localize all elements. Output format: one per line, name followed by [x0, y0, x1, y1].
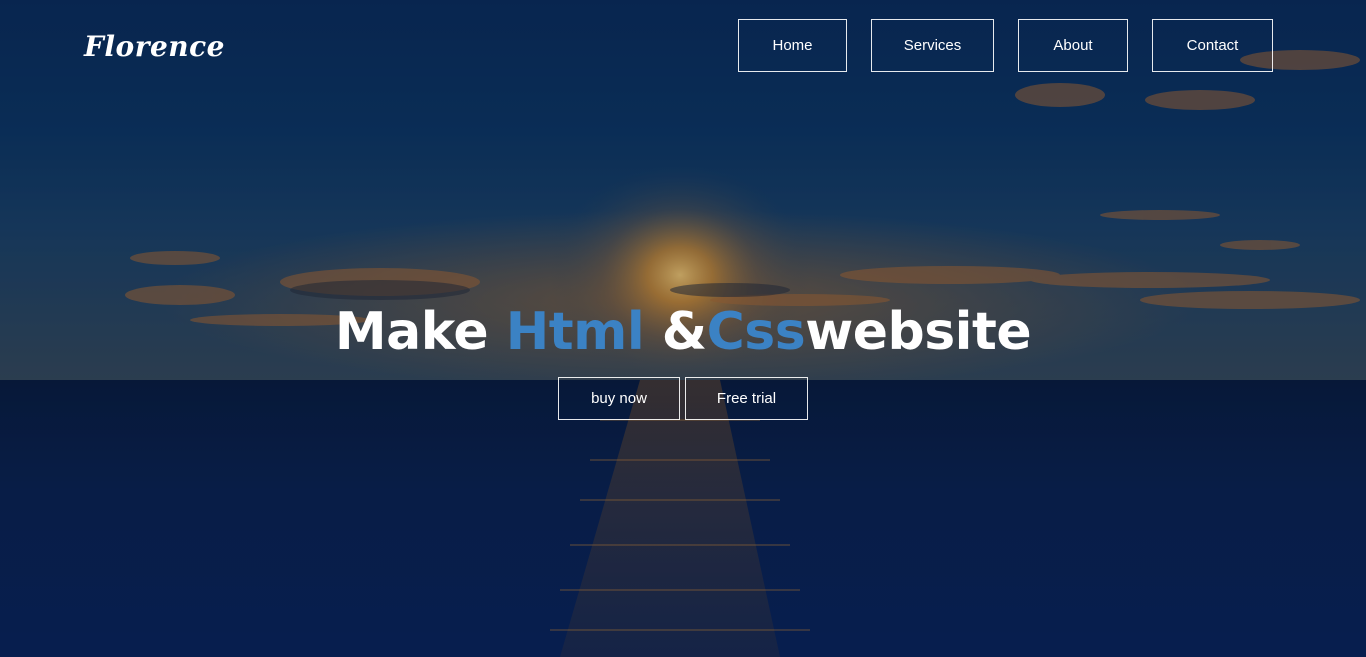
main-navigation: Home Services About Contact: [0, 19, 1366, 74]
headline-text-website: website: [805, 302, 1032, 362]
nav-contact-link[interactable]: Contact: [1152, 19, 1273, 72]
headline-accent-css: Css: [706, 302, 806, 362]
nav-about-link[interactable]: About: [1018, 19, 1128, 72]
nav-home-link[interactable]: Home: [738, 19, 847, 72]
headline-text-ampersand: &: [644, 302, 707, 362]
free-trial-button[interactable]: Free trial: [685, 377, 808, 420]
headline-accent-html: Html: [505, 302, 645, 362]
hero-headline: Make Html &Csswebsite: [0, 296, 1366, 368]
headline-text-make: Make: [334, 302, 506, 362]
buy-now-button[interactable]: buy now: [558, 377, 680, 420]
nav-services-link[interactable]: Services: [871, 19, 994, 72]
